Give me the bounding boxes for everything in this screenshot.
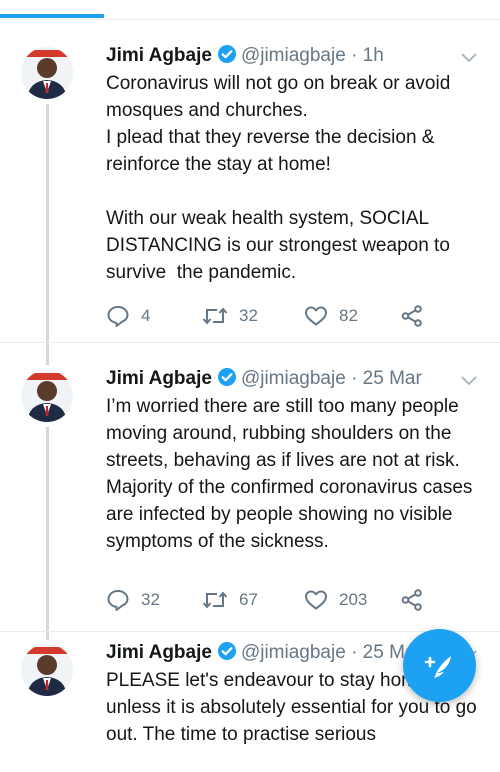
reply-button[interactable]: 4 <box>106 302 150 330</box>
author-handle[interactable]: @jimiagbaje <box>241 642 346 663</box>
tweet-timestamp[interactable]: · 25 Mar <box>351 368 422 389</box>
heart-icon <box>305 306 327 326</box>
retweet-icon <box>202 591 228 609</box>
author-handle[interactable]: @jimiagbaje <box>241 45 346 66</box>
author-name[interactable]: Jimi Agbaje <box>106 642 212 663</box>
thread-line <box>46 104 49 342</box>
retweet-button[interactable]: 32 <box>202 302 258 330</box>
active-tab-indicator[interactable] <box>0 14 104 18</box>
tweet[interactable]: Jimi Agbaje @jimiagbaje · 1h Coronavirus … <box>0 20 500 343</box>
profile-tab-bar <box>0 0 500 20</box>
avatar[interactable] <box>21 644 73 696</box>
retweet-button[interactable]: 67 <box>202 586 258 614</box>
verified-badge-icon <box>217 641 237 670</box>
author-name[interactable]: Jimi Agbaje <box>106 45 212 66</box>
retweet-count: 67 <box>239 590 258 609</box>
thread-line <box>46 632 49 640</box>
heart-icon <box>305 590 327 610</box>
reply-count: 4 <box>141 306 151 325</box>
share-button[interactable] <box>400 302 435 330</box>
reply-button[interactable]: 32 <box>106 586 160 614</box>
retweet-icon <box>202 307 228 325</box>
verified-badge-icon <box>217 367 237 396</box>
tweet-text: I’m worried there are still too many peo… <box>106 396 478 552</box>
reply-icon <box>107 590 129 611</box>
tweet-header: Jimi Agbaje @jimiagbaje · 1h <box>106 42 384 73</box>
author-handle[interactable]: @jimiagbaje <box>241 368 346 389</box>
tweet-header: Jimi Agbaje @jimiagbaje · 25 Mar <box>106 365 422 396</box>
like-button[interactable]: 203 <box>304 586 367 614</box>
chevron-down-icon[interactable] <box>461 50 477 68</box>
compose-tweet-icon <box>424 655 451 679</box>
retweet-count: 32 <box>239 306 258 325</box>
reply-count: 32 <box>141 590 160 609</box>
tweet[interactable]: Jimi Agbaje @jimiagbaje · 25 Mar I’m worr… <box>0 343 500 632</box>
verified-badge-icon <box>217 44 237 73</box>
reply-icon <box>107 306 129 327</box>
like-count: 203 <box>339 590 368 609</box>
share-button[interactable] <box>400 586 435 614</box>
avatar[interactable] <box>21 47 73 99</box>
chevron-down-icon[interactable] <box>461 373 477 391</box>
like-count: 82 <box>339 306 358 325</box>
thread-line <box>46 343 49 365</box>
tweet-text: Coronavirus will not go on break or avoi… <box>106 73 451 283</box>
author-name[interactable]: Jimi Agbaje <box>106 368 212 389</box>
avatar[interactable] <box>21 370 73 422</box>
tweet-actions: 4 32 82 <box>106 302 436 330</box>
compose-tweet-button[interactable] <box>403 629 476 702</box>
tweet-actions: 32 67 203 <box>106 586 436 614</box>
like-button[interactable]: 82 <box>304 302 358 330</box>
tweet-timestamp[interactable]: · 1h <box>351 45 384 66</box>
tweet-header: Jimi Agbaje @jimiagbaje · 25 Mar <box>106 639 422 670</box>
share-icon <box>401 589 422 611</box>
share-icon <box>401 305 422 327</box>
thread-line <box>46 427 49 631</box>
